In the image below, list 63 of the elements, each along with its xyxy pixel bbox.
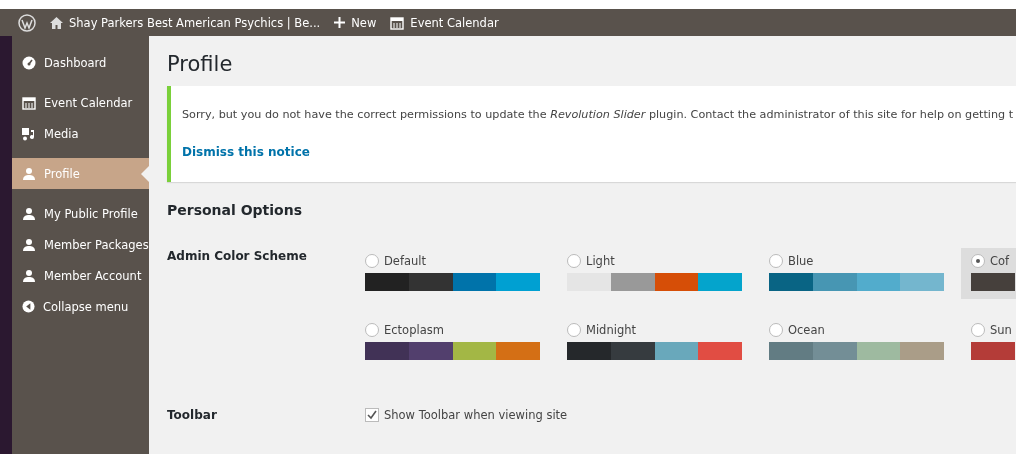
user-icon xyxy=(22,166,36,181)
scheme-name: Ectoplasm xyxy=(384,323,444,337)
color-scheme-option[interactable]: Ocean xyxy=(769,323,944,337)
menu-item-label: My Public Profile xyxy=(44,206,138,221)
menu-item-label: Collapse menu xyxy=(43,299,129,314)
scheme-name: Midnight xyxy=(586,323,636,337)
checkbox[interactable] xyxy=(365,408,379,422)
menu-item-label: Dashboard xyxy=(44,55,107,70)
collapse-menu-button[interactable]: Collapse menu xyxy=(12,291,149,322)
scheme-name: Blue xyxy=(788,254,814,268)
user-icon xyxy=(22,206,36,221)
wordpress-logo-icon[interactable] xyxy=(18,13,36,32)
media-icon xyxy=(22,126,36,141)
new-link[interactable]: New xyxy=(334,15,377,30)
new-label: New xyxy=(351,15,377,30)
plus-icon xyxy=(334,17,346,28)
color-scheme-option[interactable]: Default xyxy=(365,254,540,268)
radio-button[interactable] xyxy=(365,254,379,268)
color-scheme-option[interactable]: Sun xyxy=(971,323,1016,337)
menu-item-label: Member Account xyxy=(44,268,142,283)
user-icon xyxy=(22,237,36,252)
scheme-name: Default xyxy=(384,254,427,268)
radio-button[interactable] xyxy=(769,254,783,268)
color-scheme-option[interactable]: Midnight xyxy=(567,323,742,337)
scheme-name: Ocean xyxy=(788,323,825,337)
color-scheme-option[interactable]: Light xyxy=(567,254,742,268)
field-label: Toolbar xyxy=(167,408,218,424)
field-label: Admin Color Scheme xyxy=(167,248,308,265)
dismiss-notice-link[interactable]: Dismiss this notice xyxy=(182,145,310,159)
radio-button[interactable] xyxy=(567,323,581,337)
color-scheme-option[interactable]: Blue xyxy=(769,254,944,268)
color-scheme-option[interactable]: Ectoplasm xyxy=(365,323,540,337)
calendar-icon xyxy=(22,95,36,110)
radio-button[interactable] xyxy=(971,254,985,268)
scheme-name: Light xyxy=(586,254,615,268)
menu-item-label: Member Packages xyxy=(44,237,149,252)
section-title: Personal Options xyxy=(167,202,304,218)
home-icon xyxy=(50,16,63,29)
menu-item[interactable]: Media xyxy=(12,118,149,149)
color-scheme-option[interactable]: Cof xyxy=(971,254,1016,268)
menu-item-label: Media xyxy=(44,126,79,141)
collapse-icon xyxy=(22,300,35,313)
menu-item-label: Profile xyxy=(44,166,80,181)
event-calendar-label: Event Calendar xyxy=(410,15,499,30)
user-icon xyxy=(22,268,36,283)
notice-message: Sorry, but you do not have the correct permissions to update the Revolution Slider plugin. Contact the administrator of this site for help on getting t xyxy=(182,108,1015,121)
menu-item[interactable]: Member Account xyxy=(12,260,149,291)
menu-item[interactable]: Dashboard xyxy=(12,47,149,78)
radio-button[interactable] xyxy=(365,323,379,337)
page-title: Profile xyxy=(167,52,234,76)
checkmark-icon xyxy=(367,410,377,420)
menu-item-label: Event Calendar xyxy=(44,95,133,110)
scheme-name: Cof xyxy=(990,254,1010,268)
menu-item[interactable]: Member Packages xyxy=(12,229,149,260)
radio-button[interactable] xyxy=(567,254,581,268)
scheme-name: Sun xyxy=(990,323,1012,337)
event-calendar-link[interactable]: Event Calendar xyxy=(390,15,499,30)
menu-item[interactable]: My Public Profile xyxy=(12,198,149,229)
dashboard-icon xyxy=(22,55,36,70)
calendar-icon xyxy=(390,15,405,30)
radio-button[interactable] xyxy=(769,323,783,337)
radio-button[interactable] xyxy=(971,323,985,337)
menu-item[interactable]: Event Calendar xyxy=(12,87,149,118)
